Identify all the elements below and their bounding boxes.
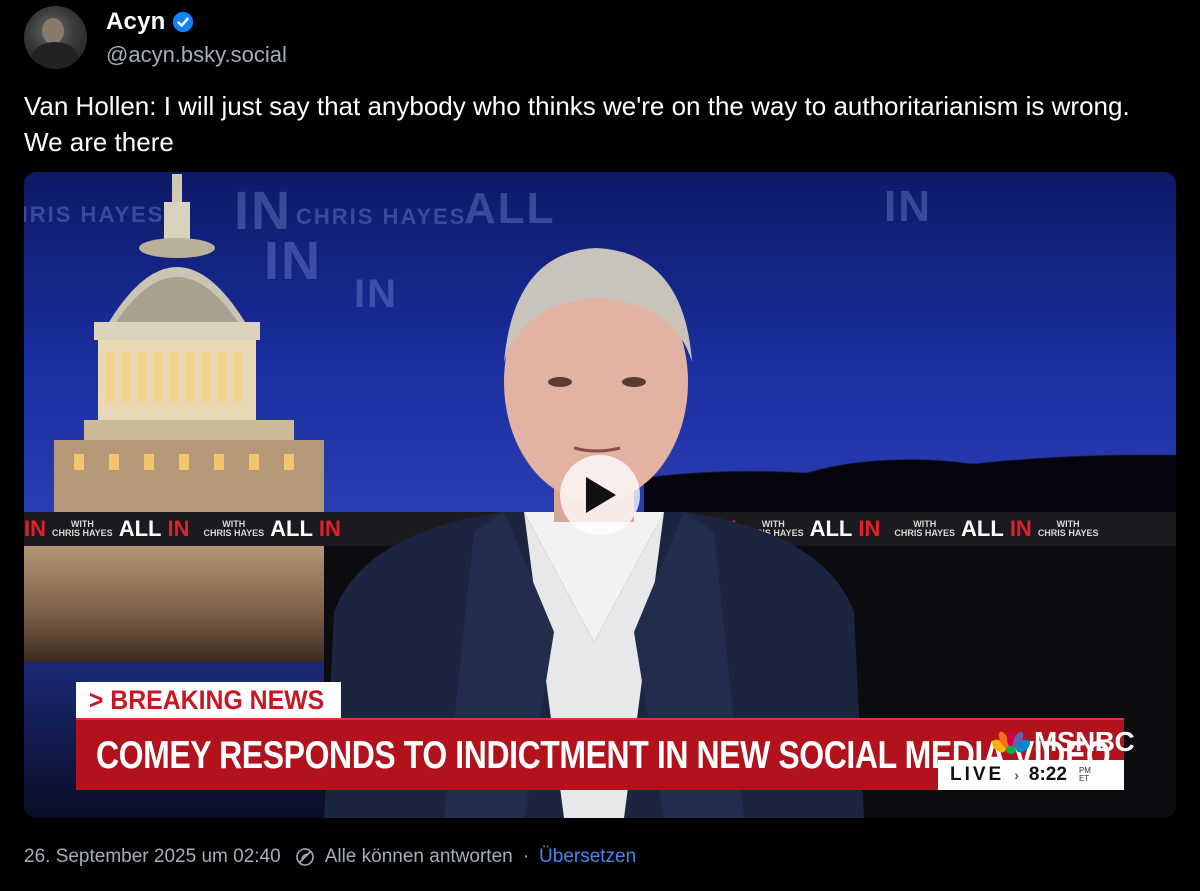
- strip-all: ALL: [118, 516, 162, 541]
- live-time-suffix: PM ET: [1078, 766, 1091, 783]
- network-logo: MSNBC: [992, 726, 1135, 758]
- strip-in: IN: [1009, 516, 1032, 541]
- strip-in: IN: [24, 516, 46, 541]
- strip-with: WITH CHRIS HAYES: [52, 519, 113, 538]
- play-button[interactable]: [560, 455, 640, 535]
- capitol-base-image: [24, 542, 324, 662]
- author-display-name[interactable]: Acyn: [106, 8, 166, 36]
- play-icon: [586, 477, 616, 513]
- strip-all: ALL: [961, 516, 1004, 541]
- author-name-row[interactable]: Acyn: [106, 8, 194, 36]
- avatar-body: [32, 42, 78, 69]
- bg-branding-in: IN: [884, 182, 932, 231]
- reply-settings-icon: [295, 848, 314, 866]
- peacock-icon: [992, 730, 1030, 754]
- post-text: Van Hollen: I will just say that anybody…: [24, 91, 1130, 157]
- live-time: 8:22: [1028, 764, 1067, 785]
- avatar-face: [42, 18, 64, 44]
- post-footer: 26. September 2025 um 02:40 Alle können …: [24, 846, 636, 868]
- translate-link[interactable]: Übersetzen: [539, 846, 636, 868]
- strip-with: WITH CHRIS HAYES: [1037, 519, 1099, 538]
- strip-with: WITH CHRIS HAYES: [894, 519, 956, 538]
- footer-separator: ·: [522, 846, 530, 867]
- breaking-news-label: > BREAKING NEWS: [76, 682, 341, 718]
- video-player[interactable]: CHRIS HAYES IN CHRIS HAYES ALL IN IN IN: [24, 172, 1176, 818]
- verified-badge-icon: [172, 11, 193, 33]
- strip-with: WITH CHRIS HAYES: [203, 519, 265, 538]
- live-arrow-icon: ›: [1014, 767, 1019, 783]
- capitol-building-image: [54, 174, 324, 512]
- avatar[interactable]: [24, 6, 87, 69]
- strip-all: ALL: [270, 516, 313, 541]
- post-timestamp[interactable]: 26. September 2025 um 02:40: [24, 846, 281, 868]
- live-label: LIVE: [950, 764, 1005, 785]
- network-name: MSNBC: [1034, 726, 1135, 757]
- reply-setting-label[interactable]: Alle können antworten: [325, 846, 513, 868]
- live-indicator: LIVE › 8:22 PM ET: [938, 760, 1124, 790]
- author-handle[interactable]: @acyn.bsky.social: [106, 42, 287, 68]
- strip-in: IN: [167, 516, 190, 541]
